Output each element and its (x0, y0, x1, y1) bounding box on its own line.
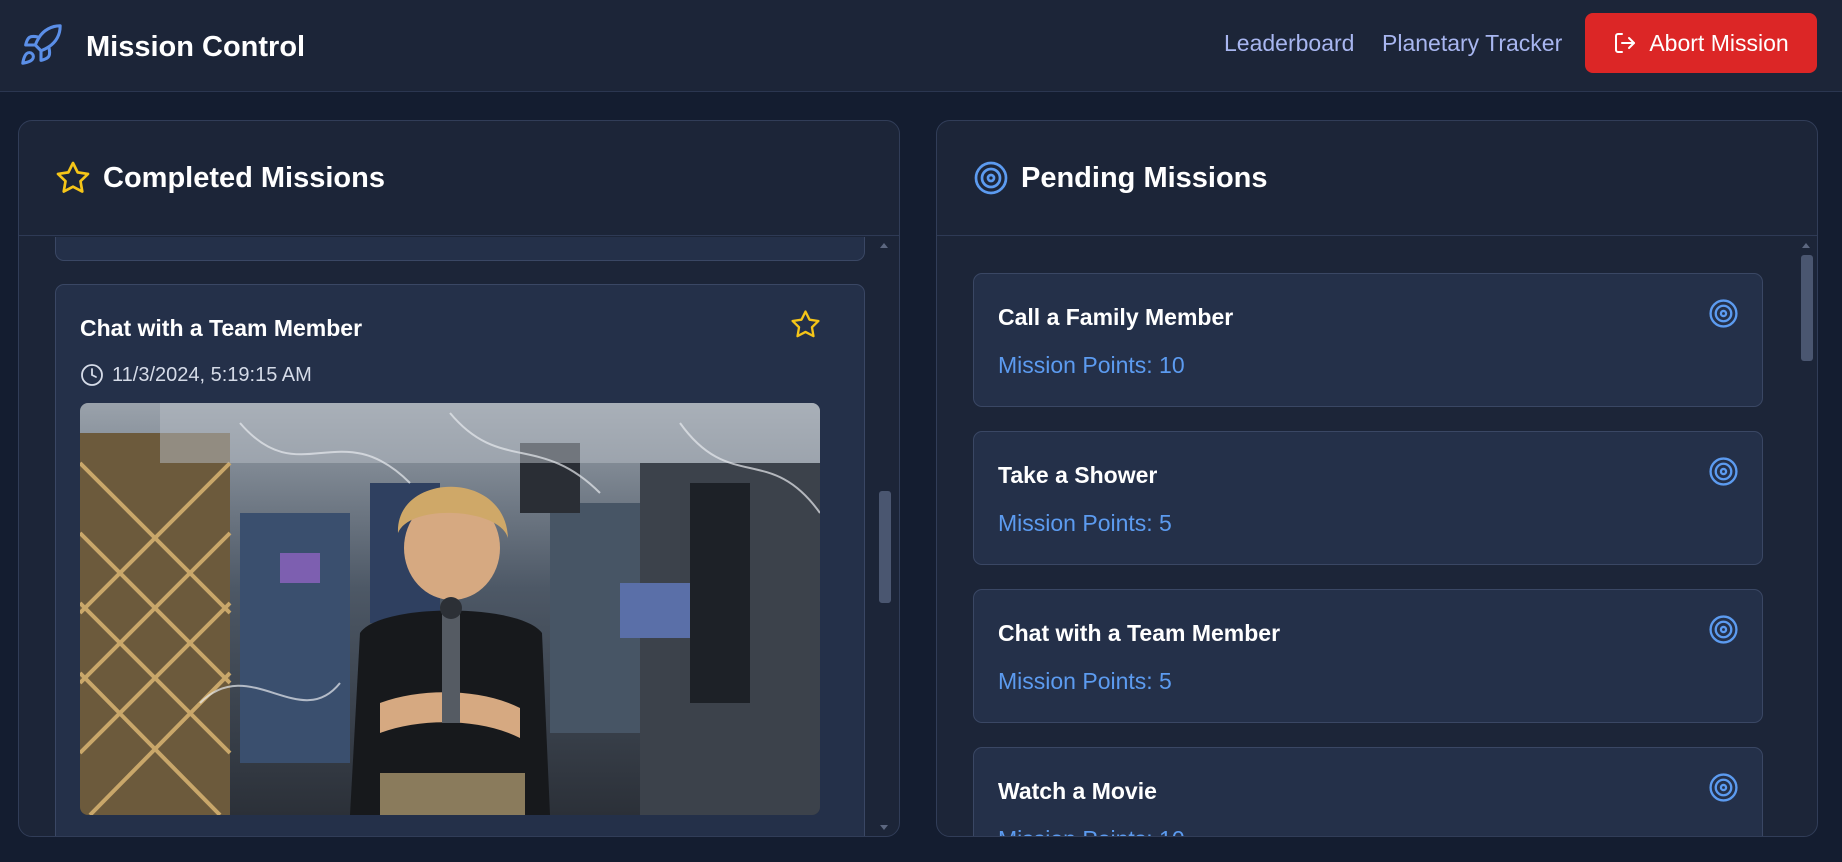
target-icon[interactable] (1708, 614, 1739, 650)
mission-photo (80, 403, 820, 815)
nav-planetary-tracker[interactable]: Planetary Tracker (1382, 30, 1562, 57)
scroll-thumb[interactable] (1801, 255, 1813, 361)
mission-title: Chat with a Team Member (998, 620, 1281, 646)
nav-leaderboard[interactable]: Leaderboard (1224, 30, 1354, 57)
pending-mission-card[interactable]: Take a Shower Mission Points: 5 (973, 431, 1763, 565)
logout-icon (1613, 31, 1649, 55)
mission-title: Take a Shower (998, 462, 1158, 488)
abort-mission-label: Abort Mission (1649, 29, 1789, 56)
pending-missions-panel: Pending Missions Call a Family Member Mi… (936, 120, 1818, 837)
top-navbar: Mission Control Leaderboard Planetary Tr… (0, 0, 1842, 92)
scroll-up-arrow[interactable] (1802, 243, 1810, 248)
completed-missions-list[interactable]: Chat with a Team Member 11/3/2024, 5:19:… (19, 237, 899, 836)
clock-icon (80, 363, 104, 387)
mission-points: Mission Points: 10 (998, 352, 1185, 378)
completed-missions-panel: Completed Missions Chat with a Team Memb… (18, 120, 900, 837)
target-icon[interactable] (1708, 298, 1739, 334)
brand[interactable]: Mission Control (18, 22, 305, 73)
scroll-up-arrow[interactable] (880, 243, 888, 248)
target-icon (973, 160, 1009, 196)
completed-missions-title: Completed Missions (103, 161, 385, 194)
pending-scrollbar[interactable] (1801, 237, 1813, 836)
completed-missions-header: Completed Missions (19, 121, 899, 236)
completed-mission-card-previous (55, 237, 865, 261)
pending-missions-list[interactable]: Call a Family Member Mission Points: 10 … (937, 237, 1817, 836)
pending-missions-header: Pending Missions (937, 121, 1817, 236)
pending-mission-card[interactable]: Chat with a Team Member Mission Points: … (973, 589, 1763, 723)
scroll-down-arrow[interactable] (880, 825, 888, 830)
star-icon (790, 309, 821, 345)
abort-mission-button[interactable]: Abort Mission (1585, 13, 1817, 73)
mission-points: Mission Points: 5 (998, 510, 1172, 536)
timestamp-text: 11/3/2024, 5:19:15 AM (112, 363, 312, 386)
pending-mission-card[interactable]: Call a Family Member Mission Points: 10 (973, 273, 1763, 407)
completed-scrollbar[interactable] (879, 237, 891, 836)
mission-points: Mission Points: 10 (998, 826, 1185, 836)
target-icon[interactable] (1708, 456, 1739, 492)
target-icon[interactable] (1708, 772, 1739, 808)
pending-mission-card[interactable]: Watch a Movie Mission Points: 10 (973, 747, 1763, 836)
mission-title: Watch a Movie (998, 778, 1157, 804)
mission-title: Chat with a Team Member (80, 315, 363, 341)
completed-mission-card: Chat with a Team Member 11/3/2024, 5:19:… (55, 284, 865, 836)
mission-timestamp: 11/3/2024, 5:19:15 AM (80, 363, 312, 387)
star-icon (55, 160, 91, 196)
pending-missions-title: Pending Missions (1021, 161, 1268, 194)
app-title: Mission Control (86, 31, 306, 63)
mission-points: Mission Points: 5 (998, 668, 1172, 694)
mission-title: Call a Family Member (998, 304, 1234, 330)
scroll-thumb[interactable] (879, 491, 891, 603)
rocket-icon (18, 22, 64, 73)
